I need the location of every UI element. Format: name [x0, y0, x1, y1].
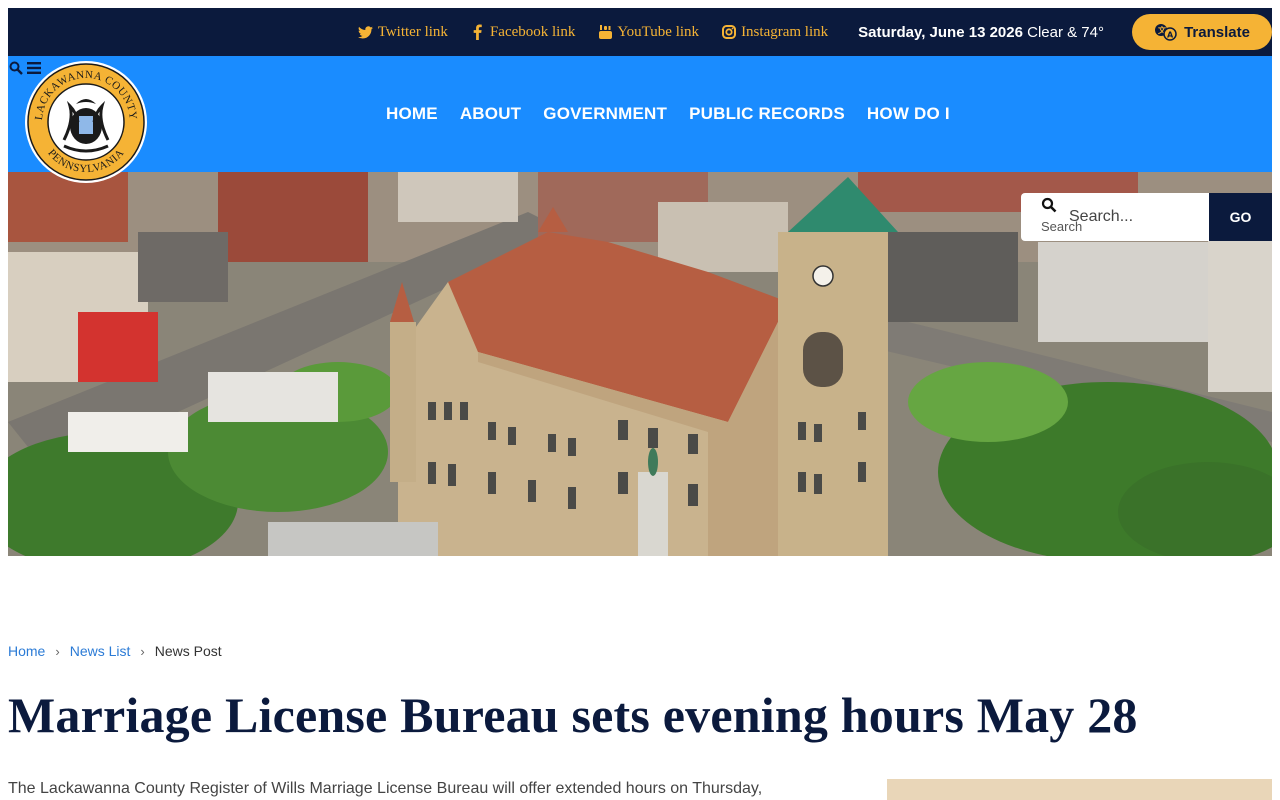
breadcrumb: Home › News List › News Post	[8, 643, 222, 659]
article-image	[887, 779, 1272, 800]
translate-label: Translate	[1184, 23, 1250, 41]
nav-item-about[interactable]: ABOUT	[460, 104, 521, 124]
youtube-link[interactable]: YouTube link	[597, 24, 699, 41]
top-bar: Twitter link Facebook link YouTube link …	[8, 8, 1272, 56]
twitter-link[interactable]: Twitter link	[358, 24, 448, 41]
nav-item-public-records[interactable]: PUBLIC RECORDS	[689, 104, 845, 124]
search-field-icon	[1041, 197, 1057, 213]
weather-text: Clear & 74°	[1027, 23, 1104, 41]
twitter-icon	[358, 24, 374, 40]
breadcrumb-chevron-icon: ›	[55, 643, 60, 659]
date-weather: Saturday, June 13 2026 Clear & 74°	[858, 24, 1104, 41]
article-lead-paragraph: The Lackawanna County Register of Wills …	[8, 780, 763, 797]
youtube-icon	[597, 24, 613, 40]
nav-item-home[interactable]: HOME	[386, 104, 438, 124]
social-links: Twitter link Facebook link YouTube link …	[336, 24, 828, 41]
search-go-button[interactable]: GO	[1209, 193, 1272, 241]
breadcrumb-chevron-icon: ›	[140, 643, 145, 659]
twitter-link-label: Twitter link	[377, 23, 448, 40]
main-navbar: LACKAWANNA COUNTY PENNSYLVANIA HOME ABOU…	[8, 56, 1272, 183]
nav-item-government[interactable]: GOVERNMENT	[543, 104, 667, 124]
county-seal-logo[interactable]: LACKAWANNA COUNTY PENNSYLVANIA	[24, 60, 148, 184]
search-icon[interactable]	[8, 60, 24, 76]
translate-button[interactable]: 文A Translate	[1132, 14, 1272, 50]
facebook-link[interactable]: Facebook link	[470, 24, 575, 41]
translate-icon: 文A	[1154, 23, 1178, 41]
breadcrumb-current: News Post	[154, 643, 222, 659]
instagram-link[interactable]: Instagram link	[721, 24, 828, 41]
page-title: Marriage License Bureau sets evening hou…	[8, 687, 1138, 743]
youtube-link-label: YouTube link	[617, 23, 700, 40]
breadcrumb-news-list[interactable]: News List	[70, 643, 131, 659]
instagram-link-label: Instagram link	[741, 23, 829, 40]
facebook-link-label: Facebook link	[489, 23, 576, 40]
site-search: Search GO	[1021, 193, 1272, 241]
search-input[interactable]	[1069, 205, 1203, 229]
facebook-icon	[470, 24, 486, 40]
current-date: Saturday, June 13 2026	[858, 23, 1023, 41]
breadcrumb-home[interactable]: Home	[8, 643, 45, 659]
nav-item-how-do-i[interactable]: HOW DO I	[867, 104, 950, 124]
search-field-wrapper: Search	[1021, 193, 1209, 241]
svg-text:A: A	[1167, 31, 1174, 40]
primary-nav: HOME ABOUT GOVERNMENT PUBLIC RECORDS HOW…	[386, 56, 950, 172]
instagram-icon	[721, 24, 737, 40]
